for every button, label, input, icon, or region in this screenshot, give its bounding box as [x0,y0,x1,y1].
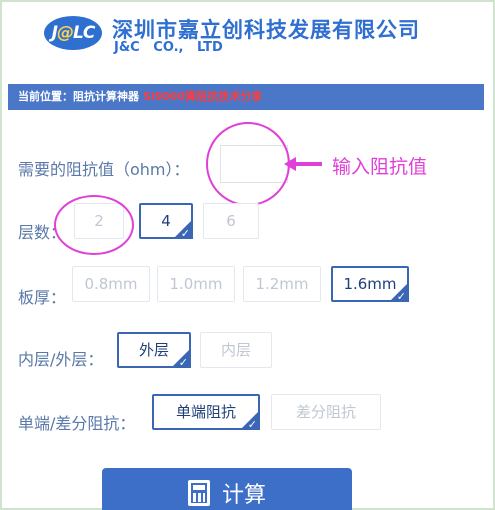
thickness-label: 板厚： [18,288,67,307]
thickness-option-0.8[interactable]: 0.8mm [72,266,150,302]
breadcrumb: 当前位置：阻抗计算神器 Si9000算阻抗技术分享 [8,84,484,110]
impedance-type-label: 单端/差分阻抗： [18,414,136,433]
layers-option-2[interactable]: 2 [74,203,124,239]
calculate-label: 计算 [221,483,266,508]
check-icon: ✓ [396,290,406,303]
layer-side-label: 内层/外层： [18,350,104,369]
thickness-option-1.0[interactable]: 1.0mm [157,266,235,302]
layers-option-4[interactable]: 4 ✓ [139,203,193,240]
annotation-text: 输入阻抗值 [332,156,428,178]
breadcrumb-current: 当前位置：阻抗计算神器 [18,90,139,103]
company-logo: J@LC [44,16,102,50]
impedance-label: 需要的阻抗值（ohm）： [18,160,190,179]
company-english-name: J&C CO., LTD [114,40,223,55]
layers-option-6[interactable]: 6 [203,203,259,239]
thickness-option-1.6[interactable]: 1.6mm ✓ [331,266,409,303]
layer-side-option-outer[interactable]: 外层 ✓ [117,332,191,369]
impedance-type-option-single[interactable]: 单端阻抗 ✓ [152,394,260,431]
layers-label: 层数： [18,223,67,242]
check-icon: ✓ [178,356,188,369]
calculator-icon [187,480,210,506]
impedance-input[interactable] [220,145,288,183]
check-icon: ✓ [247,418,257,431]
calculate-button[interactable]: 计算 [102,468,352,510]
annotation-arrow [288,162,322,166]
thickness-option-1.2[interactable]: 1.2mm [243,266,321,302]
layer-side-option-inner[interactable]: 内层 [200,332,272,368]
breadcrumb-link[interactable]: Si9000算阻抗技术分享 [143,90,262,103]
impedance-type-option-differential[interactable]: 差分阻抗 [271,394,381,430]
check-icon: ✓ [180,227,190,240]
